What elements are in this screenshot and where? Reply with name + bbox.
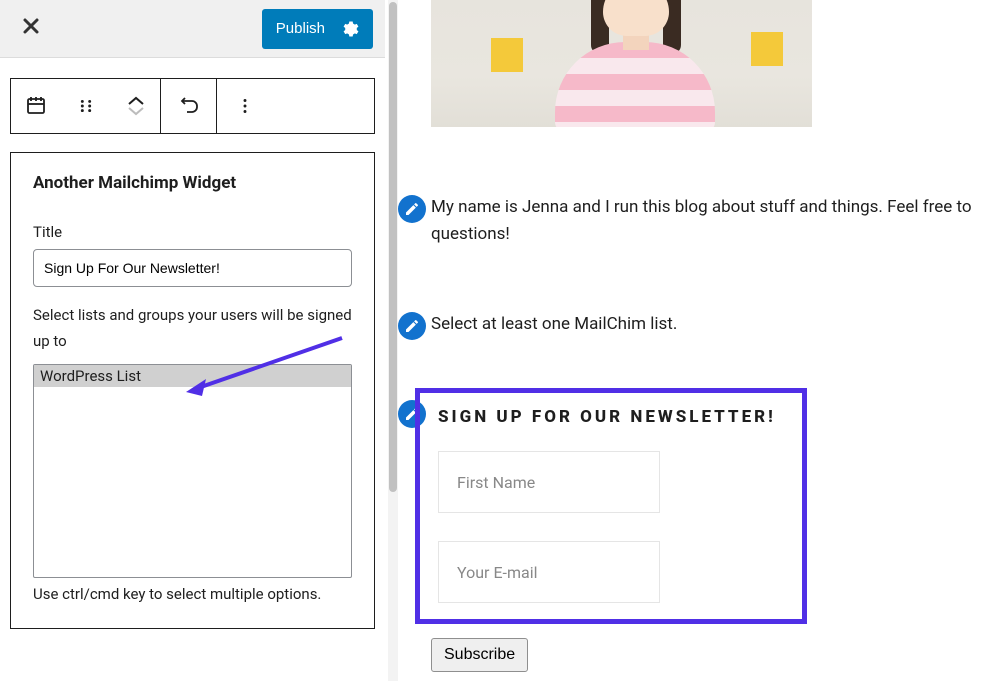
intro-text: My name is Jenna and I run this blog abo… — [431, 194, 1006, 248]
close-icon[interactable] — [22, 16, 40, 41]
edit-badge-icon[interactable] — [398, 312, 426, 340]
move-up-down[interactable] — [111, 79, 161, 133]
title-label: Title — [33, 223, 352, 241]
subscribe-button[interactable]: Subscribe — [431, 638, 528, 672]
lists-hint: Use ctrl/cmd key to select multiple opti… — [33, 582, 352, 608]
avatar-illustration — [541, 0, 731, 127]
scrollbar[interactable] — [388, 0, 398, 681]
scrollbar-thumb[interactable] — [389, 2, 397, 492]
sticky-note-icon — [751, 32, 783, 66]
sticky-note-icon — [491, 38, 523, 72]
subscribe-label: Subscribe — [444, 646, 515, 663]
title-input[interactable] — [33, 249, 352, 287]
undo-icon[interactable] — [161, 79, 217, 133]
block-toolbar — [10, 78, 375, 134]
first-name-placeholder: First Name — [457, 473, 535, 492]
block-type-icon[interactable] — [11, 79, 61, 133]
editor-sidebar: Publish Another Mailchimp Widget Title — [0, 0, 385, 681]
preview-panel: My name is Jenna and I run this blog abo… — [398, 0, 1008, 681]
publish-label: Publish — [276, 20, 325, 37]
widget-heading: Another Mailchimp Widget — [33, 173, 352, 193]
email-input[interactable]: Your E-mail — [438, 541, 660, 603]
lists-multiselect[interactable]: WordPress List — [33, 364, 352, 578]
gear-icon — [339, 19, 359, 39]
hero-image — [431, 0, 812, 127]
sidebar-header: Publish — [0, 0, 385, 58]
email-placeholder: Your E-mail — [457, 563, 537, 582]
lists-label: Select lists and groups your users will … — [33, 303, 352, 354]
drag-handle-icon[interactable] — [61, 79, 111, 133]
publish-button[interactable]: Publish — [262, 9, 373, 49]
signup-widget-highlight: SIGN UP FOR OUR NEWSLETTER! First Name Y… — [415, 388, 807, 624]
edit-badge-icon[interactable] — [398, 195, 426, 223]
widget-settings-panel: Another Mailchimp Widget Title Select li… — [10, 152, 375, 629]
signup-heading: SIGN UP FOR OUR NEWSLETTER! — [438, 407, 784, 427]
list-option[interactable]: WordPress List — [34, 365, 351, 387]
warning-text: Select at least one MailChim list. — [431, 314, 677, 334]
more-options-icon[interactable] — [217, 79, 273, 133]
first-name-input[interactable]: First Name — [438, 451, 660, 513]
